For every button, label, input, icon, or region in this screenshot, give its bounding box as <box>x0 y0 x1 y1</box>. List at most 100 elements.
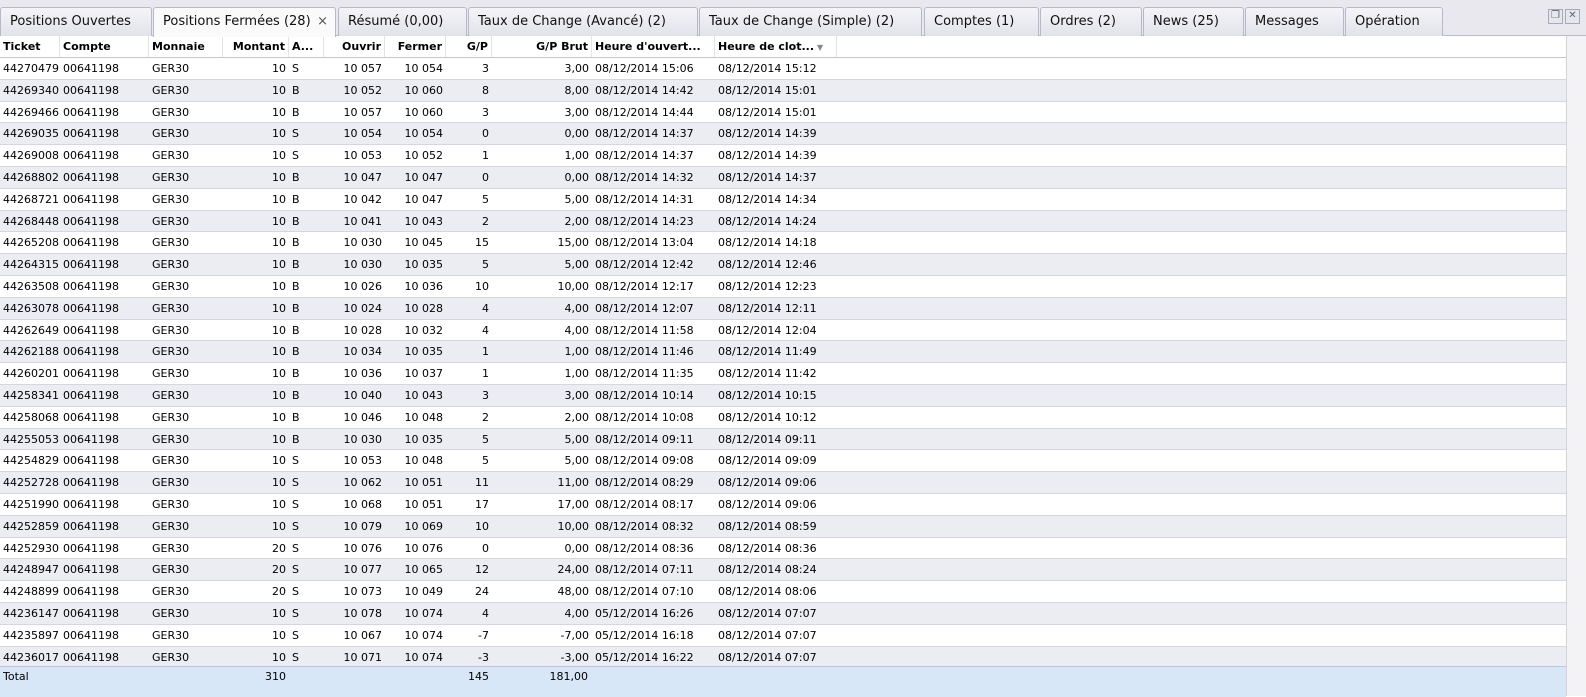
table-row[interactable]: 44269035 00641198 GER30 10 S 10 054 10 054 0 0,0… <box>0 123 1566 146</box>
cell-fermer: 10 051 <box>404 497 444 511</box>
cell-montant: 10 <box>272 62 286 75</box>
table-row[interactable]: 44260201 00641198 GER30 10 B 10 036 10 037 1 1,0… <box>0 363 1566 385</box>
column-header-monnaie[interactable]: Monnaie <box>149 36 223 57</box>
table-row[interactable]: 44252728 00641198 GER30 10 S 10 062 10 051 11 11… <box>0 472 1566 494</box>
table-row[interactable]: 44254829 00641198 GER30 10 S 10 053 10 048 5 5,0… <box>0 450 1566 473</box>
table-row[interactable]: 44255053 00641198 GER30 10 B 10 030 10 035 5 5,0… <box>0 428 1566 451</box>
cell-gp: 1 <box>482 149 489 163</box>
column-header-label: Montant <box>232 40 285 53</box>
cell-gp: 10 <box>475 519 489 533</box>
table-row[interactable]: 44236147 00641198 GER30 10 S 10 078 10 074 4 4,0… <box>0 602 1566 625</box>
cell-ticket: 44268721 <box>3 192 59 206</box>
tab-label: Positions Ouvertes <box>10 14 131 29</box>
cell-fermer: 10 060 <box>404 83 444 97</box>
cell-ticket: 44252728 <box>3 476 59 490</box>
cell-ticket: 44260201 <box>3 367 59 381</box>
table-row[interactable]: 44262649 00641198 GER30 10 B 10 028 10 032 4 4,0… <box>0 319 1566 342</box>
column-header-ticket[interactable]: Ticket <box>0 36 60 57</box>
table-row[interactable]: 44263508 00641198 GER30 10 B 10 026 10 036 10 10… <box>0 275 1566 298</box>
table-row[interactable]: 44269466 00641198 GER30 10 B 10 057 10 060 3 3,0… <box>0 101 1566 124</box>
table-row[interactable]: 44263078 00641198 GER30 10 B 10 024 10 028 4 4,0… <box>0 297 1566 320</box>
cell-fermer: 10 035 <box>404 258 444 272</box>
cell-heure_ouverture: 05/12/2014 16:18 <box>595 628 694 642</box>
table-row[interactable]: 44235897 00641198 GER30 10 S 10 067 10 074 -7 -7… <box>0 624 1566 647</box>
cell-ticket: 44265208 <box>3 236 59 250</box>
column-header-compte[interactable]: Compte <box>60 36 149 57</box>
tab-messages[interactable]: Messages <box>1245 7 1344 36</box>
table-row[interactable]: 44258068 00641198 GER30 10 B 10 046 10 048 2 2,0… <box>0 406 1566 429</box>
tab-resume[interactable]: Résumé (0,00) <box>338 7 467 36</box>
closed-positions-grid: Ticket Compte Monnaie Montant A... Ouvrir Ferm… <box>0 36 1566 669</box>
cell-ticket: 44236017 <box>3 650 59 664</box>
tab-taux-change-simple[interactable]: Taux de Change (Simple) (2) <box>699 7 922 36</box>
cell-gp: 24 <box>475 585 489 599</box>
tab-taux-change-avance[interactable]: Taux de Change (Avancé) (2) <box>468 7 698 36</box>
table-row[interactable]: 44251990 00641198 GER30 10 S 10 068 10 051 17 17… <box>0 493 1566 516</box>
column-header-fermer[interactable]: Fermer <box>385 36 446 57</box>
cell-heure_cloture: 08/12/2014 08:24 <box>718 563 817 577</box>
cell-ouvrir: 10 076 <box>343 541 383 555</box>
table-row[interactable]: 44268721 00641198 GER30 10 B 10 042 10 047 5 5,0… <box>0 188 1566 211</box>
cell-monnaie: GER30 <box>152 454 190 468</box>
table-row[interactable]: 44248947 00641198 GER30 20 S 10 077 10 065 12 24… <box>0 559 1566 582</box>
cell-heure_cloture: 08/12/2014 11:49 <box>718 345 817 359</box>
table-row[interactable]: 44268448 00641198 GER30 10 B 10 041 10 043 2 2,0… <box>0 210 1566 233</box>
cell-compte: 00641198 <box>63 301 119 315</box>
table-row[interactable]: 44270479 00641198 GER30 10 S 10 057 10 054 3 3,0… <box>0 58 1566 80</box>
cell-gp_brut: -7,00 <box>560 628 589 642</box>
cell-heure_ouverture: 05/12/2014 16:22 <box>595 650 694 664</box>
cell-gp_brut: 2,00 <box>564 214 590 228</box>
cell-gp_brut: 1,00 <box>564 149 590 163</box>
cell-heure_ouverture: 08/12/2014 14:31 <box>595 192 694 206</box>
table-row[interactable]: 44248899 00641198 GER30 20 S 10 073 10 049 24 48… <box>0 581 1566 603</box>
tab-positions-fermees[interactable]: Positions Fermées (28) × <box>153 7 336 37</box>
column-header-ouvrir[interactable]: Ouvrir <box>324 36 385 57</box>
cell-ouvrir: 10 057 <box>343 62 383 75</box>
close-icon[interactable]: ✕ <box>1565 9 1580 24</box>
cell-gp_brut: 5,00 <box>564 432 590 446</box>
tab-ordres[interactable]: Ordres (2) <box>1040 7 1142 36</box>
column-header-heure_ouverture[interactable]: Heure d'ouvert... <box>592 36 715 57</box>
tab-positions-ouvertes[interactable]: Positions Ouvertes <box>0 7 152 36</box>
cell-gp: 1 <box>482 367 489 381</box>
cell-action: B <box>292 214 300 228</box>
tab-news[interactable]: News (25) <box>1143 7 1244 36</box>
column-header-montant[interactable]: Montant <box>223 36 289 57</box>
table-row[interactable]: 44262188 00641198 GER30 10 B 10 034 10 035 1 1,0… <box>0 341 1566 364</box>
column-header-label: Monnaie <box>152 40 205 53</box>
table-row[interactable]: 44268802 00641198 GER30 10 B 10 047 10 047 0 0,0… <box>0 166 1566 189</box>
cell-ticket: 44258068 <box>3 410 59 424</box>
cell-ticket: 44269466 <box>3 105 59 119</box>
cell-heure_cloture: 08/12/2014 15:12 <box>718 62 817 75</box>
cell-compte: 00641198 <box>63 323 119 337</box>
cell-compte: 00641198 <box>63 519 119 533</box>
table-row[interactable]: 44258341 00641198 GER30 10 B 10 040 10 043 3 3,0… <box>0 384 1566 407</box>
table-row[interactable]: 44264315 00641198 GER30 10 B 10 030 10 035 5 5,0… <box>0 254 1566 276</box>
cell-montant: 10 <box>272 105 286 119</box>
tab-comptes[interactable]: Comptes (1) <box>924 7 1039 36</box>
column-header-gp_brut[interactable]: G/P Brut <box>492 36 592 57</box>
cell-monnaie: GER30 <box>152 127 190 141</box>
restore-icon[interactable]: ❐ <box>1548 9 1563 24</box>
cell-montant: 10 <box>272 388 286 402</box>
cell-ticket: 44254829 <box>3 454 59 468</box>
table-row[interactable]: 44265208 00641198 GER30 10 B 10 030 10 045 15 15… <box>0 232 1566 255</box>
cell-heure_cloture: 08/12/2014 09:06 <box>718 497 817 511</box>
column-header-gp[interactable]: G/P <box>446 36 492 57</box>
table-row[interactable]: 44252859 00641198 GER30 10 S 10 079 10 069 10 10… <box>0 515 1566 538</box>
cell-action: B <box>292 432 300 446</box>
vertical-scrollbar[interactable] <box>1566 36 1586 696</box>
table-row[interactable]: 44252930 00641198 GER30 20 S 10 076 10 076 0 0,0… <box>0 537 1566 560</box>
column-header-heure_cloture[interactable]: Heure de clot... ▼ <box>715 36 837 57</box>
close-icon[interactable]: × <box>317 8 328 35</box>
table-row[interactable]: 44269340 00641198 GER30 10 B 10 052 10 060 8 8,0… <box>0 79 1566 102</box>
cell-heure_cloture: 08/12/2014 14:24 <box>718 214 817 228</box>
cell-action: S <box>292 606 299 620</box>
cell-ticket: 44255053 <box>3 432 59 446</box>
cell-gp: -7 <box>478 628 489 642</box>
tab-operation[interactable]: Opération <box>1345 7 1443 36</box>
cell-action: S <box>292 497 299 511</box>
cell-monnaie: GER30 <box>152 650 190 664</box>
column-header-action[interactable]: A... <box>289 36 324 57</box>
table-row[interactable]: 44269008 00641198 GER30 10 S 10 053 10 052 1 1,0… <box>0 145 1566 167</box>
